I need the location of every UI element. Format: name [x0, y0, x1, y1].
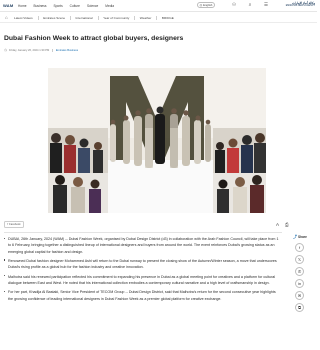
article-body: DUBAI, 26th January, 2024 (WAM) -- Dubai…: [4, 236, 280, 305]
article-category[interactable]: Emirates Business: [56, 49, 78, 52]
main-nav: Home Business Sports Culture Science Media: [18, 4, 114, 8]
whatsapp-icon[interactable]: ✆: [295, 267, 304, 276]
linkedin-icon[interactable]: in: [295, 279, 304, 288]
subnav-separator: [37, 15, 39, 20]
search-icon[interactable]: ⌕: [247, 2, 253, 8]
subnav-item[interactable]: BRIDGE: [162, 16, 174, 20]
article-divider: [4, 232, 282, 233]
meta-divider: [52, 48, 53, 52]
subnav-separator: [97, 15, 99, 20]
language-switch[interactable]: ◎ English: [197, 2, 215, 8]
share-sidebar: ⤴ Share f 𝕏 ✆ in ✉ ⧉: [288, 234, 312, 312]
nav-item-business[interactable]: Business: [34, 4, 47, 8]
article-paragraph: Malhotra said his renewed participation …: [4, 274, 280, 287]
share-title: Share: [298, 235, 307, 239]
paragraph-bullet: [4, 237, 6, 239]
facebook-icon: f: [7, 223, 9, 226]
logo-en-line: EMIRATES NEWS AGENCY: [285, 5, 315, 8]
nav-item-home[interactable]: Home: [18, 4, 27, 8]
article-title: Dubai Fashion Week to attract global buy…: [4, 35, 184, 42]
article-paragraph: DUBAI, 26th January, 2024 (WAM) -- Dubai…: [4, 236, 280, 255]
paragraph-text: DUBAI, 26th January, 2024 (WAM) -- Dubai…: [8, 237, 279, 254]
share-icon: ⤴: [293, 234, 297, 239]
facebook-share-button[interactable]: f Facebook: [4, 221, 24, 228]
paragraph-bullet: [4, 290, 6, 293]
x-twitter-icon[interactable]: 𝕏: [295, 255, 304, 264]
runway-image: [48, 68, 266, 213]
nav-item-media[interactable]: Media: [105, 4, 114, 8]
nav-item-science[interactable]: Science: [87, 4, 98, 8]
share-heading: ⤴ Share: [293, 234, 312, 240]
facebook-share-label: Facebook: [9, 223, 21, 226]
menu-icon[interactable]: ☰: [263, 2, 269, 8]
subnav-item[interactable]: Year of Community: [103, 16, 129, 20]
language-label: English: [203, 3, 213, 7]
subnav-separator: [156, 15, 157, 20]
article-date: Friday, January 26, 2024 1:30 PM: [8, 48, 50, 52]
article-paragraph: Renowned Dubai fashion designer Mohammed…: [4, 258, 280, 271]
print-icon[interactable]: ⎙: [285, 222, 289, 227]
subnav-item[interactable]: Emirates Scene: [43, 16, 65, 20]
article-paragraph: For her part, Khadija Al Bastaki, Senior…: [4, 289, 280, 302]
paragraph-bullet: [4, 259, 6, 261]
facebook-icon[interactable]: f: [295, 243, 304, 252]
secondary-nav: ⌂ Latest Videos Emirates Scene Internation…: [0, 12, 317, 23]
paragraph-bullet: [4, 275, 6, 277]
font-size-icon[interactable]: A: [276, 222, 279, 227]
subnav-item[interactable]: Latest Videos: [14, 16, 33, 20]
user-icon[interactable]: ⚇: [231, 2, 237, 8]
globe-icon: ◎: [199, 3, 203, 7]
email-icon[interactable]: ✉: [295, 291, 304, 300]
paragraph-text: For her part, Khadija Al Bastaki, Senior…: [8, 290, 276, 301]
subnav-separator: [70, 15, 71, 20]
article-photo: [48, 68, 266, 213]
subnav-separator: [134, 15, 135, 20]
secondary-nav-items: Latest Videos Emirates Scene International…: [14, 15, 174, 20]
wam-logo[interactable]: WAM: [3, 3, 13, 8]
nav-item-sports[interactable]: Sports: [53, 4, 62, 8]
paragraph-text: Renowned Dubai fashion designer Mohammed…: [8, 258, 277, 270]
wam-arabic-logo[interactable]: وكالة أنباء الإمارات EMIRATES NEWS AGENC…: [281, 1, 315, 9]
clock-icon: ◷: [4, 48, 7, 52]
paragraph-text: Malhotra said his renewed participation …: [8, 274, 276, 285]
nav-item-culture[interactable]: Culture: [70, 4, 80, 8]
subnav-item[interactable]: Weather: [140, 16, 152, 20]
article-meta: ◷ Friday, January 26, 2024 1:30 PM Emira…: [4, 48, 78, 52]
top-bar: WAM Home Business Sports Culture Science Medi…: [0, 0, 317, 12]
home-icon[interactable]: ⌂: [5, 15, 8, 20]
article-tools: A ⎙: [276, 222, 289, 227]
subnav-item[interactable]: International: [76, 16, 93, 20]
copy-link-icon[interactable]: ⧉: [295, 303, 304, 312]
